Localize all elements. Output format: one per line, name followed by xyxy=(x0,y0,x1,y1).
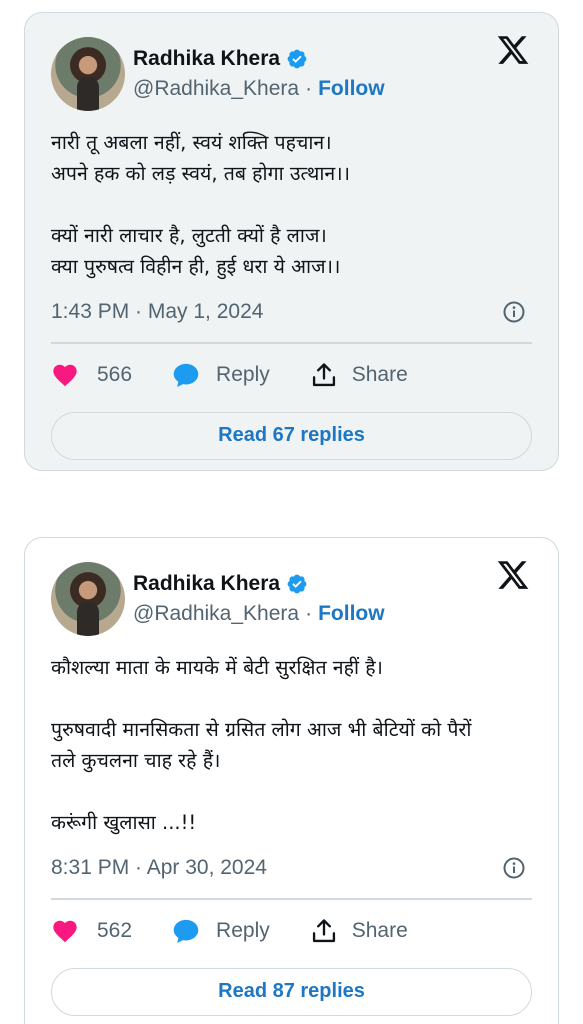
share-label: Share xyxy=(351,918,408,942)
author-name[interactable]: Radhika Khera xyxy=(133,47,280,71)
share-upload-icon xyxy=(312,362,335,386)
verified-badge-icon xyxy=(287,574,307,594)
heart-icon xyxy=(53,364,77,386)
reply-label: Reply xyxy=(216,362,270,386)
timestamp-row: 1:43 PM · May 1, 2024 xyxy=(51,300,532,324)
tweet-paragraph: कौशल्या माता के मायके में बेटी सुरक्षित … xyxy=(51,656,383,679)
like-count: 562 xyxy=(97,918,133,942)
action-bar: 562 Reply Share xyxy=(51,900,532,962)
read-replies-button[interactable]: Read 87 replies xyxy=(51,967,532,1016)
separator-dot: · xyxy=(305,77,313,100)
reply-button[interactable]: Reply xyxy=(172,361,270,389)
action-bar: 566 Reply Share xyxy=(51,344,532,406)
separator-dot: · xyxy=(305,602,313,625)
tweet-card[interactable]: Radhika Khera @Radhika_Khera · Follow कौ… xyxy=(24,537,559,1024)
share-upload-icon xyxy=(312,918,335,942)
share-label: Share xyxy=(351,362,408,386)
avatar[interactable] xyxy=(51,562,125,636)
like-count: 566 xyxy=(97,362,133,386)
x-logo-icon[interactable] xyxy=(496,558,530,592)
avatar[interactable] xyxy=(51,37,125,111)
tweet-card[interactable]: Radhika Khera @Radhika_Khera · Follow ना… xyxy=(24,12,559,471)
info-icon[interactable] xyxy=(502,856,526,880)
timestamp-row: 8:31 PM · Apr 30, 2024 xyxy=(51,856,532,880)
tweet-text: कौशल्या माता के मायके में बेटी सुरक्षित … xyxy=(51,652,532,838)
author-info: Radhika Khera @Radhika_Khera · Follow xyxy=(133,572,385,626)
verified-badge-icon xyxy=(287,49,307,69)
tweet-paragraph: क्यों नारी लाचार है, लुटती क्यों है लाज।… xyxy=(51,224,341,278)
tweet-paragraph: नारी तू अबला नहीं, स्वयं शक्ति पहचान। अप… xyxy=(51,131,351,185)
tweet-text: नारी तू अबला नहीं, स्वयं शक्ति पहचान। अप… xyxy=(51,127,532,282)
tweet-header: Radhika Khera @Radhika_Khera · Follow xyxy=(51,36,532,111)
follow-button[interactable]: Follow xyxy=(318,602,385,626)
author-handle[interactable]: @Radhika_Khera xyxy=(133,602,299,626)
like-button[interactable]: 566 xyxy=(51,361,132,389)
read-replies-button[interactable]: Read 67 replies xyxy=(51,411,532,460)
timestamp[interactable]: 1:43 PM · May 1, 2024 xyxy=(51,300,263,324)
speech-bubble-icon xyxy=(173,919,199,943)
info-icon[interactable] xyxy=(502,300,526,324)
author-name[interactable]: Radhika Khera xyxy=(133,572,280,596)
share-button[interactable]: Share xyxy=(310,361,408,389)
tweet-paragraph: करूंगी खुलासा ...!! xyxy=(51,811,197,834)
handle-row: @Radhika_Khera · Follow xyxy=(133,77,385,101)
share-button[interactable]: Share xyxy=(310,917,408,945)
author-handle[interactable]: @Radhika_Khera xyxy=(133,77,299,101)
author-info: Radhika Khera @Radhika_Khera · Follow xyxy=(133,47,385,101)
timestamp[interactable]: 8:31 PM · Apr 30, 2024 xyxy=(51,856,267,880)
tweet-header: Radhika Khera @Radhika_Khera · Follow xyxy=(51,561,532,636)
reply-label: Reply xyxy=(216,918,270,942)
name-row: Radhika Khera xyxy=(133,572,385,596)
reply-button[interactable]: Reply xyxy=(172,917,270,945)
like-button[interactable]: 562 xyxy=(51,917,132,945)
name-row: Radhika Khera xyxy=(133,47,385,71)
tweet-paragraph: पुरुषवादी मानसिकता से ग्रसित लोग आज भी ब… xyxy=(51,718,472,772)
handle-row: @Radhika_Khera · Follow xyxy=(133,602,385,626)
speech-bubble-icon xyxy=(173,363,199,387)
follow-button[interactable]: Follow xyxy=(318,77,385,101)
x-logo-icon[interactable] xyxy=(496,33,530,67)
heart-icon xyxy=(53,920,77,942)
